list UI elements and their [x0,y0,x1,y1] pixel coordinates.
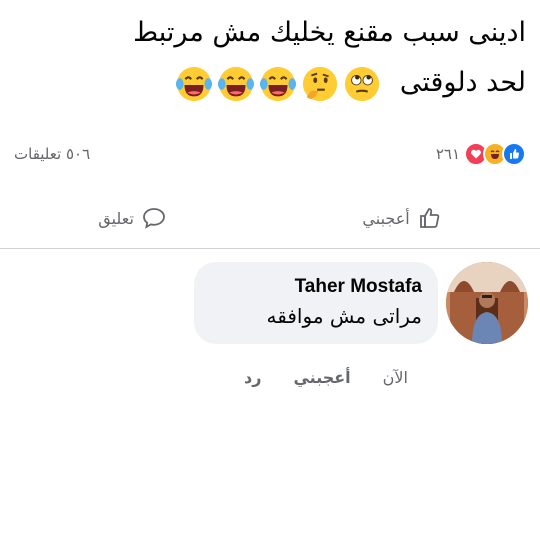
comment-like-button[interactable]: أعجبني [293,368,350,387]
comment-author[interactable]: Taher Mostafa [210,276,422,298]
post-text-line-1: ادينى سبب مقنع يخليك مش مرتبط [133,17,526,48]
laughing-tears-icon [176,66,213,101]
post-stats: ٥٠٦ تعليقات ٢٦١ [14,136,526,172]
rolling-eyes-icon [345,66,380,101]
divider [0,248,540,249]
like-reaction-icon [502,142,526,166]
post-text-line-2-text: لحد دلوقتى [399,67,526,98]
thumbs-up-icon [419,208,439,228]
reactions-summary[interactable]: ٢٦١ [436,142,526,166]
emoji-row [175,65,381,103]
laughing-tears-icon [260,66,297,101]
comment: Taher Mostafa مراتى مش موافقه [194,262,528,344]
comment-reply-button[interactable]: رد [244,368,261,387]
post-actions: تعليق أعجبني [0,192,540,244]
avatar[interactable] [446,262,528,344]
comment-button[interactable]: تعليق [98,207,166,229]
like-button[interactable]: أعجبني [362,206,441,230]
comment-bubble: Taher Mostafa مراتى مش موافقه [194,262,438,344]
comment-bubble-icon [142,208,165,229]
post-text: ادينى سبب مقنع يخليك مش مرتبط لحد دلوقتى [14,8,526,108]
laughing-tears-icon [218,66,255,101]
comment-text: مراتى مش موافقه [266,304,422,328]
like-button-label: أعجبني [362,208,410,228]
reaction-icons [464,142,526,166]
comment-actions: الآن أعجبني رد [244,368,408,387]
post-text-line-2: لحد دلوقتى [14,58,526,108]
comment-timestamp[interactable]: الآن [383,368,408,387]
comment-button-label: تعليق [98,208,134,228]
avatar-photo [446,262,528,344]
thinking-face-icon [303,66,338,101]
reactions-count: ٢٦١ [435,145,460,163]
comments-count[interactable]: ٥٠٦ تعليقات [14,145,90,163]
